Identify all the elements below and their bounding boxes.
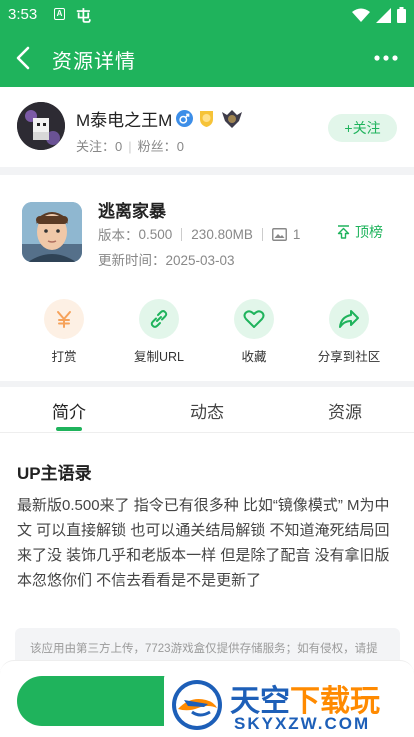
notification-a-icon: A <box>54 8 65 20</box>
site-watermark: 天空下载玩 SKYXZW.COM <box>164 674 414 737</box>
follow-button[interactable]: +关注 <box>328 114 397 142</box>
resource-card: 逃离家暴 版本： 0.500 230.80MB 1 更新时间：2025-03-03… <box>0 175 414 381</box>
game-icon <box>22 202 82 262</box>
fans-count: 0 <box>176 139 184 154</box>
tip-button[interactable]: 打赏 <box>24 299 104 365</box>
site-logo-icon <box>172 680 222 730</box>
detail-tabs: 简介 动态 资源 <box>0 387 414 433</box>
page-title: 资源详情 <box>52 51 136 73</box>
following-count: 0 <box>115 139 123 154</box>
uploader-stats: 关注：0 | 粉丝：0 <box>76 139 184 154</box>
app-bar: 资源详情 <box>0 30 414 87</box>
heart-icon <box>243 310 265 328</box>
status-time: 3:53 <box>8 6 38 23</box>
back-arrow-icon[interactable] <box>12 44 36 72</box>
yen-icon <box>57 311 71 328</box>
tip-circle <box>44 299 84 339</box>
uploader-name[interactable]: M泰电之王M <box>76 106 172 131</box>
wifi-icon <box>352 8 370 22</box>
uploader-avatar[interactable] <box>17 102 65 150</box>
share-community-button[interactable]: 分享到社区 <box>309 299 389 365</box>
pin-label: 顶榜 <box>355 224 383 240</box>
status-icons <box>352 7 406 23</box>
game-meta: 版本： 0.500 230.80MB 1 <box>98 224 300 244</box>
update-time: 更新时间：2025-03-03 <box>98 253 235 268</box>
status-bar: 3:53 A 屯 <box>0 0 414 30</box>
share-circle <box>329 299 369 339</box>
favorite-button[interactable]: 收藏 <box>214 299 294 365</box>
uploader-name-row: M泰电之王M <box>76 106 244 131</box>
copy-url-label: 复制URL <box>133 350 184 364</box>
favorite-label: 收藏 <box>241 350 267 364</box>
level-badge-icon <box>200 111 214 127</box>
male-gender-icon <box>176 110 194 127</box>
version-value: 0.500 <box>138 226 173 242</box>
game-title: 逃离家暴 <box>98 202 166 221</box>
section-divider <box>0 167 414 175</box>
tab-indicator <box>56 427 82 431</box>
signal-icon <box>376 7 391 23</box>
favorite-circle <box>234 299 274 339</box>
battery-icon <box>397 7 406 23</box>
intro-title: UP主语录 <box>17 464 92 483</box>
version-label: 版本 <box>98 228 125 243</box>
more-options-icon[interactable] <box>374 48 398 68</box>
image-count: 1 <box>292 226 301 242</box>
following-label: 关注 <box>76 139 103 154</box>
copy-url-button[interactable]: 复制URL <box>119 299 199 365</box>
watermark-domain: SKYXZW.COM <box>234 714 371 733</box>
tab-resources[interactable]: 资源 <box>305 398 385 423</box>
pin-up-icon <box>337 225 350 239</box>
pin-to-top-button[interactable]: 顶榜 <box>337 222 383 242</box>
link-icon <box>150 310 168 328</box>
share-label: 分享到社区 <box>317 350 381 364</box>
notification-app-icon: 屯 <box>76 8 92 25</box>
copy-url-circle <box>139 299 179 339</box>
tab-intro[interactable]: 简介 <box>29 398 109 423</box>
file-size: 230.80MB <box>191 226 253 242</box>
uploader-section: M泰电之王M 关注：0 | 粉丝：0 +关注 <box>0 87 414 167</box>
image-icon <box>271 227 287 241</box>
fans-label: 粉丝 <box>137 139 164 154</box>
rank-emblem-icon <box>222 109 243 128</box>
tab-activity[interactable]: 动态 <box>167 398 247 423</box>
action-row: 打赏 复制URL 收藏 分享到社区 <box>0 299 414 369</box>
update-date: 2025-03-03 <box>165 253 235 268</box>
tip-label: 打赏 <box>51 350 77 364</box>
share-icon <box>339 310 359 328</box>
update-label: 更新时间 <box>98 253 152 268</box>
intro-body: 最新版0.500来了 指令已有很多种 比如“镜像模式” M为中文 可以直接解锁 … <box>17 497 390 589</box>
